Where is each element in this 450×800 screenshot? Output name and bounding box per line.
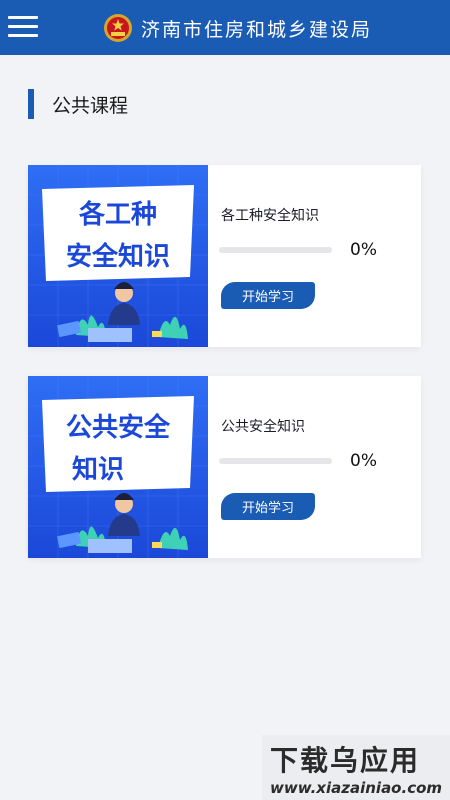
header-brand: 济南市住房和城乡建设局	[103, 12, 372, 44]
section-title: 公共课程	[52, 94, 129, 117]
course-card[interactable]: 各工种 安全知识 各工种安全知识 0% 开始学习	[28, 165, 421, 347]
course-card[interactable]: 公共安全 知识 公共安全知识 0% 开始学习	[28, 376, 421, 558]
hamburger-menu-icon[interactable]	[8, 14, 38, 40]
course-thumbnail[interactable]: 公共安全 知识	[28, 376, 208, 558]
watermark-title: 下载乌应用	[270, 744, 421, 777]
start-learning-button[interactable]: 开始学习	[221, 282, 315, 309]
thumbnail-line-2: 安全知识	[66, 241, 170, 272]
app-header: 济南市住房和城乡建设局	[0, 0, 450, 55]
section-accent-bar	[28, 89, 34, 119]
section-header: 公共课程	[28, 89, 128, 119]
course-title[interactable]: 公共安全知识	[221, 416, 305, 436]
start-learning-button[interactable]: 开始学习	[221, 493, 315, 520]
watermark-url: www.xiazainiao.com	[270, 779, 443, 797]
national-emblem-icon	[104, 14, 132, 42]
course-title[interactable]: 各工种安全知识	[221, 205, 319, 225]
thumbnail-line-1: 各工种	[78, 199, 157, 230]
progress-percent: 0%	[350, 240, 377, 260]
course-thumbnail[interactable]: 各工种 安全知识	[28, 165, 208, 347]
thumbnail-line-2: 知识	[72, 455, 124, 485]
header-title: 济南市住房和城乡建设局	[141, 18, 373, 41]
progress-bar	[219, 458, 332, 464]
progress-percent: 0%	[350, 451, 377, 471]
progress-bar	[219, 247, 332, 253]
thumbnail-line-1: 公共安全	[66, 412, 171, 443]
watermark: 下载乌应用 www.xiazainiao.com	[262, 735, 450, 800]
